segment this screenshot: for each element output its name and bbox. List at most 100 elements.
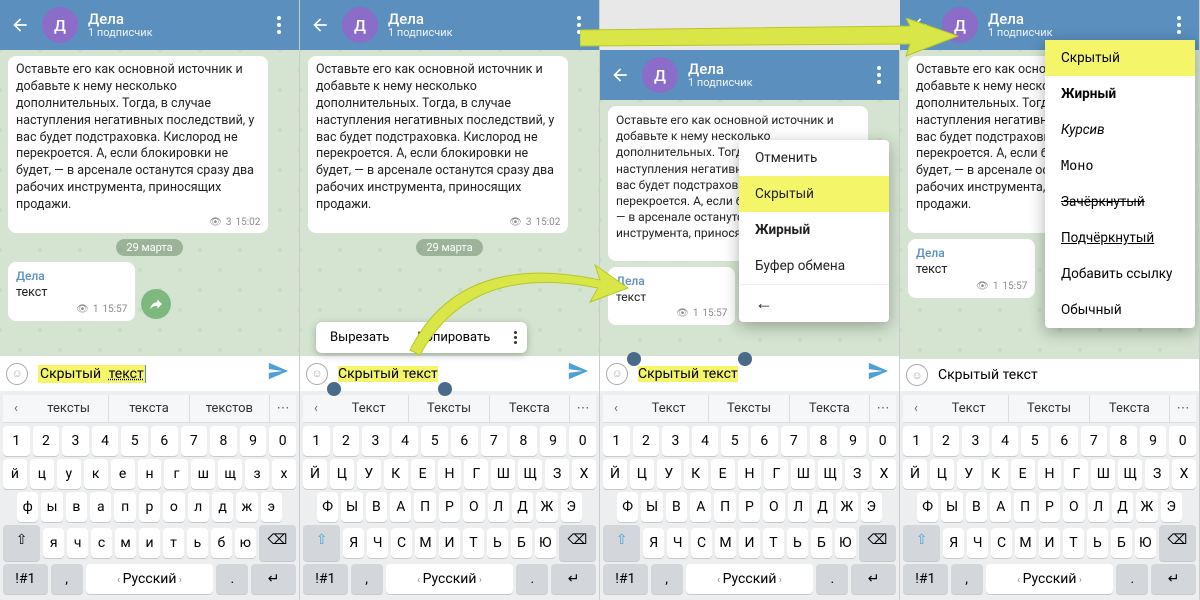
key[interactable]: Щ — [818, 459, 842, 489]
emoji-icon[interactable]: ☺ — [306, 363, 328, 385]
key[interactable]: Ь — [1087, 528, 1108, 558]
more-icon[interactable]: ⋯ — [1170, 395, 1196, 422]
backspace-key[interactable]: ⌫ — [559, 525, 596, 561]
key[interactable]: Х — [872, 459, 896, 489]
key[interactable]: Р — [739, 492, 760, 522]
key[interactable]: 6 — [151, 426, 178, 456]
key[interactable]: О — [763, 492, 784, 522]
key[interactable]: 8 — [210, 426, 237, 456]
key[interactable]: Ж — [536, 492, 557, 522]
suggestion[interactable]: Тексты — [1009, 395, 1089, 422]
key[interactable]: 4 — [392, 426, 419, 456]
key[interactable]: 0 — [269, 426, 296, 456]
menu-underline[interactable]: Подчёркнутый — [1045, 220, 1195, 256]
key[interactable]: В — [966, 492, 987, 522]
key[interactable]: 5 — [421, 426, 448, 456]
key[interactable]: Ы — [641, 492, 662, 522]
menu-dots-icon[interactable] — [567, 16, 591, 34]
space-key[interactable]: ‹ Русский › — [386, 564, 514, 594]
key[interactable]: Е — [411, 459, 435, 489]
key[interactable]: Ц — [930, 459, 954, 489]
key[interactable]: 2 — [333, 426, 360, 456]
key[interactable]: 8 — [510, 426, 537, 456]
key[interactable]: Г — [1064, 459, 1088, 489]
key[interactable]: 3 — [362, 426, 389, 456]
key[interactable]: 6 — [751, 426, 778, 456]
key[interactable]: Ю — [1135, 528, 1156, 558]
key[interactable]: Г — [464, 459, 488, 489]
key[interactable]: Э — [861, 492, 882, 522]
comma-key[interactable]: , — [351, 564, 383, 594]
suggestion[interactable]: Тексты — [409, 395, 489, 422]
key[interactable]: Н — [738, 459, 762, 489]
selection-handle-icon[interactable] — [627, 352, 641, 366]
comma-key[interactable]: , — [951, 564, 983, 594]
key[interactable]: 6 — [451, 426, 478, 456]
key[interactable]: Я — [643, 528, 664, 558]
backspace-key[interactable]: ⌫ — [1159, 525, 1196, 561]
key[interactable]: б — [211, 528, 232, 558]
copy-item[interactable]: Копировать — [403, 322, 504, 353]
suggestion[interactable]: Текст — [629, 395, 709, 422]
key[interactable]: Д — [812, 492, 833, 522]
key[interactable]: Ь — [787, 528, 808, 558]
key[interactable]: Ц — [330, 459, 354, 489]
key[interactable]: ч — [67, 528, 88, 558]
space-key[interactable]: ‹ Русский › — [86, 564, 214, 594]
key[interactable]: К — [684, 459, 708, 489]
symbols-key[interactable]: !#1 — [3, 564, 48, 594]
key[interactable]: Д — [1112, 492, 1133, 522]
key[interactable]: Ф — [917, 492, 938, 522]
key[interactable]: 2 — [33, 426, 60, 456]
avatar[interactable]: Д — [942, 7, 978, 43]
menu-bold[interactable]: Жирный — [739, 212, 889, 248]
key[interactable]: К — [384, 459, 408, 489]
key[interactable]: щ — [218, 459, 242, 489]
send-icon[interactable] — [863, 360, 893, 387]
key[interactable]: 9 — [1140, 426, 1167, 456]
message[interactable]: Дела текст 👁 1 15:57 — [908, 239, 1035, 298]
key[interactable]: з — [245, 459, 269, 489]
key[interactable]: В — [366, 492, 387, 522]
key[interactable]: 9 — [240, 426, 267, 456]
key[interactable]: о — [163, 492, 184, 522]
menu-clipboard[interactable]: Буфер обмена — [739, 248, 889, 284]
menu-cancel[interactable]: Отменить — [739, 140, 889, 176]
key[interactable]: 1 — [903, 426, 930, 456]
key[interactable]: П — [414, 492, 435, 522]
avatar[interactable]: Д — [42, 7, 78, 43]
key[interactable]: Ш — [791, 459, 815, 489]
key[interactable]: Т — [1063, 528, 1084, 558]
key[interactable]: 7 — [781, 426, 808, 456]
key[interactable]: д — [212, 492, 233, 522]
more-icon[interactable]: ⋯ — [870, 395, 896, 422]
emoji-icon[interactable]: ☺ — [906, 364, 928, 386]
menu-hidden[interactable]: Скрытый — [739, 176, 889, 212]
suggestion[interactable]: Текста — [1090, 395, 1170, 422]
key[interactable]: 3 — [662, 426, 689, 456]
space-key[interactable]: ‹ Русский › — [686, 564, 814, 594]
symbols-key[interactable]: !#1 — [903, 564, 948, 594]
key[interactable]: г — [164, 459, 188, 489]
key[interactable]: ш — [191, 459, 215, 489]
suggestion[interactable]: Тексты — [709, 395, 789, 422]
key[interactable]: 4 — [92, 426, 119, 456]
key[interactable]: Б — [811, 528, 832, 558]
key[interactable]: А — [690, 492, 711, 522]
key[interactable]: 7 — [181, 426, 208, 456]
key[interactable]: И — [1039, 528, 1060, 558]
shift-key[interactable]: ⇧ — [303, 525, 340, 561]
key[interactable]: Ы — [341, 492, 362, 522]
chat-body[interactable]: Оставьте его как основной источник и доб… — [300, 50, 599, 356]
key[interactable]: Й — [303, 459, 327, 489]
send-icon[interactable] — [263, 360, 293, 387]
comma-key[interactable]: , — [651, 564, 683, 594]
key[interactable]: Н — [1038, 459, 1062, 489]
key[interactable]: и — [139, 528, 160, 558]
key[interactable]: Б — [1111, 528, 1132, 558]
chat-title-block[interactable]: Дела 1 подписчик — [988, 11, 1157, 40]
key[interactable]: р — [139, 492, 160, 522]
key[interactable]: Э — [561, 492, 582, 522]
enter-key[interactable]: ↵ — [851, 564, 896, 594]
key[interactable]: Л — [1088, 492, 1109, 522]
